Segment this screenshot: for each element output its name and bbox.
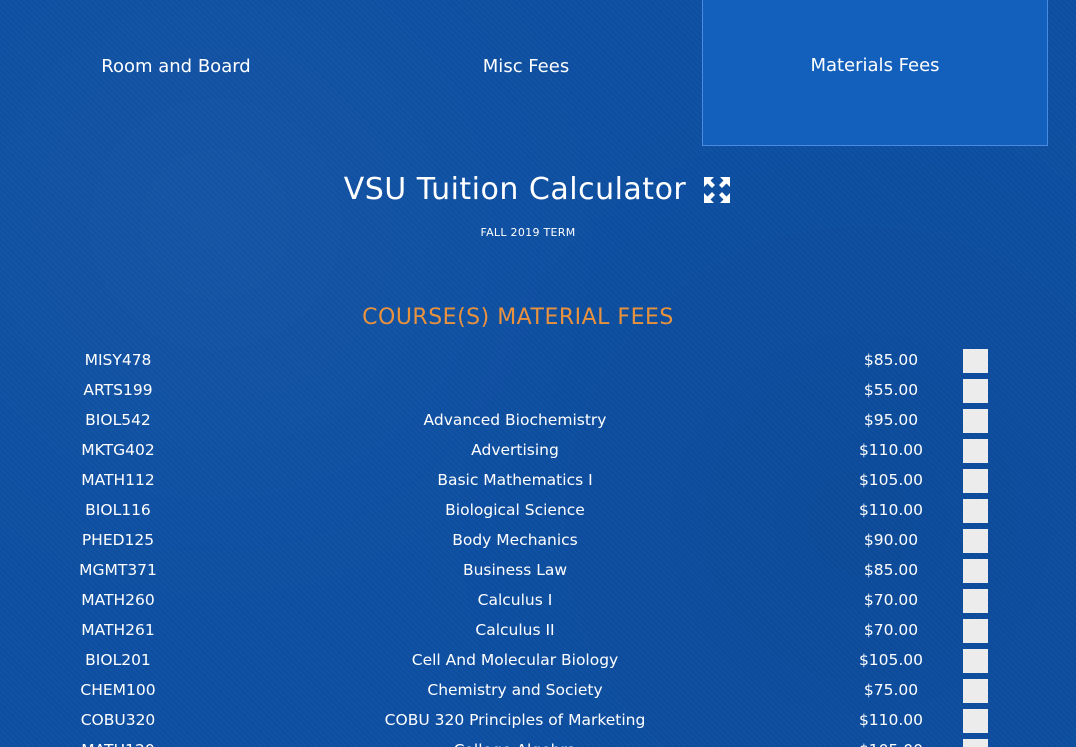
course-fee: $85.00 <box>863 351 919 369</box>
course-select-checkbox[interactable] <box>963 679 988 703</box>
course-code: BIOL116 <box>85 501 151 519</box>
course-name: Body Mechanics <box>452 531 578 549</box>
course-fee: $55.00 <box>863 381 919 399</box>
course-code: MISY478 <box>84 351 152 369</box>
table-row: BIOL116 Biological Science $110.00 <box>0 496 1076 526</box>
section-heading: COURSE(S) MATERIAL FEES <box>362 305 674 330</box>
course-select-checkbox[interactable] <box>963 649 988 673</box>
table-row: MGMT371 Business Law $85.00 <box>0 556 1076 586</box>
course-code: BIOL542 <box>85 411 151 429</box>
course-name: Chemistry and Society <box>427 681 603 699</box>
course-select-checkbox[interactable] <box>963 709 988 733</box>
course-select-checkbox[interactable] <box>963 379 988 403</box>
course-select-checkbox[interactable] <box>963 619 988 643</box>
course-name: Calculus II <box>475 621 555 639</box>
page-title: VSU Tuition Calculator <box>343 172 687 207</box>
course-fee: $75.00 <box>863 681 919 699</box>
course-code: PHED125 <box>81 531 155 549</box>
course-select-checkbox[interactable] <box>963 469 988 493</box>
course-fee: $110.00 <box>858 441 924 459</box>
course-fee: $110.00 <box>858 711 924 729</box>
table-row: BIOL542 Advanced Biochemistry $95.00 <box>0 406 1076 436</box>
course-name <box>330 376 700 406</box>
course-name <box>330 346 700 376</box>
course-code: CHEM100 <box>80 681 156 699</box>
course-fee: $85.00 <box>863 561 919 579</box>
term-label: FALL 2019 TERM <box>480 226 576 239</box>
course-code: MATH260 <box>81 591 155 609</box>
course-fee: $105.00 <box>836 736 946 747</box>
table-row: ARTS199 $55.00 <box>0 376 1076 406</box>
course-select-checkbox[interactable] <box>963 439 988 463</box>
course-code: BIOL201 <box>85 651 151 669</box>
table-row: COBU320 COBU 320 Principles of Marketing $… <box>0 706 1076 736</box>
table-row: MATH120 College Algebra $105.00 <box>0 736 1076 747</box>
course-code: MGMT371 <box>79 561 157 579</box>
course-select-checkbox[interactable] <box>963 739 988 747</box>
tab-materials-fees[interactable]: Materials Fees <box>702 0 1048 146</box>
fee-tabs: Room and Board Misc Fees Materials Fees <box>0 0 1076 148</box>
course-name: College Algebra <box>330 736 700 747</box>
course-fee: $90.00 <box>863 531 919 549</box>
course-code: MATH112 <box>81 471 155 489</box>
table-row: BIOL201 Cell And Molecular Biology $105.00 <box>0 646 1076 676</box>
page-title-group: VSU Tuition Calculator <box>344 172 733 207</box>
table-row: PHED125 Body Mechanics $90.00 <box>0 526 1076 556</box>
course-name: Advanced Biochemistry <box>423 411 607 429</box>
course-fee: $70.00 <box>863 591 919 609</box>
course-code: COBU320 <box>80 711 156 729</box>
course-fee: $105.00 <box>858 651 924 669</box>
course-code: MATH261 <box>81 621 155 639</box>
course-name: Calculus I <box>477 591 553 609</box>
table-row: MISY478 $85.00 <box>0 346 1076 376</box>
course-name: Biological Science <box>445 501 585 519</box>
course-fees-table: MISY478 $85.00 ARTS199 $55.00 BIOL542 Advance… <box>0 346 1076 747</box>
course-select-checkbox[interactable] <box>963 589 988 613</box>
tab-room-and-board[interactable]: Room and Board <box>2 0 350 146</box>
course-name: Basic Mathematics I <box>437 471 593 489</box>
course-select-checkbox[interactable] <box>963 499 988 523</box>
table-row: CHEM100 Chemistry and Society $75.00 <box>0 676 1076 706</box>
tab-misc-fees[interactable]: Misc Fees <box>352 0 700 146</box>
course-select-checkbox[interactable] <box>963 409 988 433</box>
course-name: Advertising <box>471 441 559 459</box>
course-fee: $70.00 <box>863 621 919 639</box>
course-fee: $95.00 <box>863 411 919 429</box>
course-code: ARTS199 <box>83 381 153 399</box>
table-row: MATH260 Calculus I $70.00 <box>0 586 1076 616</box>
table-row: MATH112 Basic Mathematics I $105.00 <box>0 466 1076 496</box>
header: VSU Tuition Calculator <box>0 172 1076 207</box>
course-name: COBU 320 Principles of Marketing <box>384 711 646 729</box>
course-select-checkbox[interactable] <box>963 559 988 583</box>
course-fee: $110.00 <box>858 501 924 519</box>
course-code: MKTG402 <box>81 441 155 459</box>
course-select-checkbox[interactable] <box>963 349 988 373</box>
table-row: MKTG402 Advertising $110.00 <box>0 436 1076 466</box>
table-row: MATH261 Calculus II $70.00 <box>0 616 1076 646</box>
course-name: Business Law <box>462 561 568 579</box>
course-select-checkbox[interactable] <box>963 529 988 553</box>
expand-icon[interactable] <box>702 175 732 205</box>
course-code: MATH120 <box>38 736 198 747</box>
course-name: Cell And Molecular Biology <box>411 651 619 669</box>
course-fee: $105.00 <box>858 471 924 489</box>
